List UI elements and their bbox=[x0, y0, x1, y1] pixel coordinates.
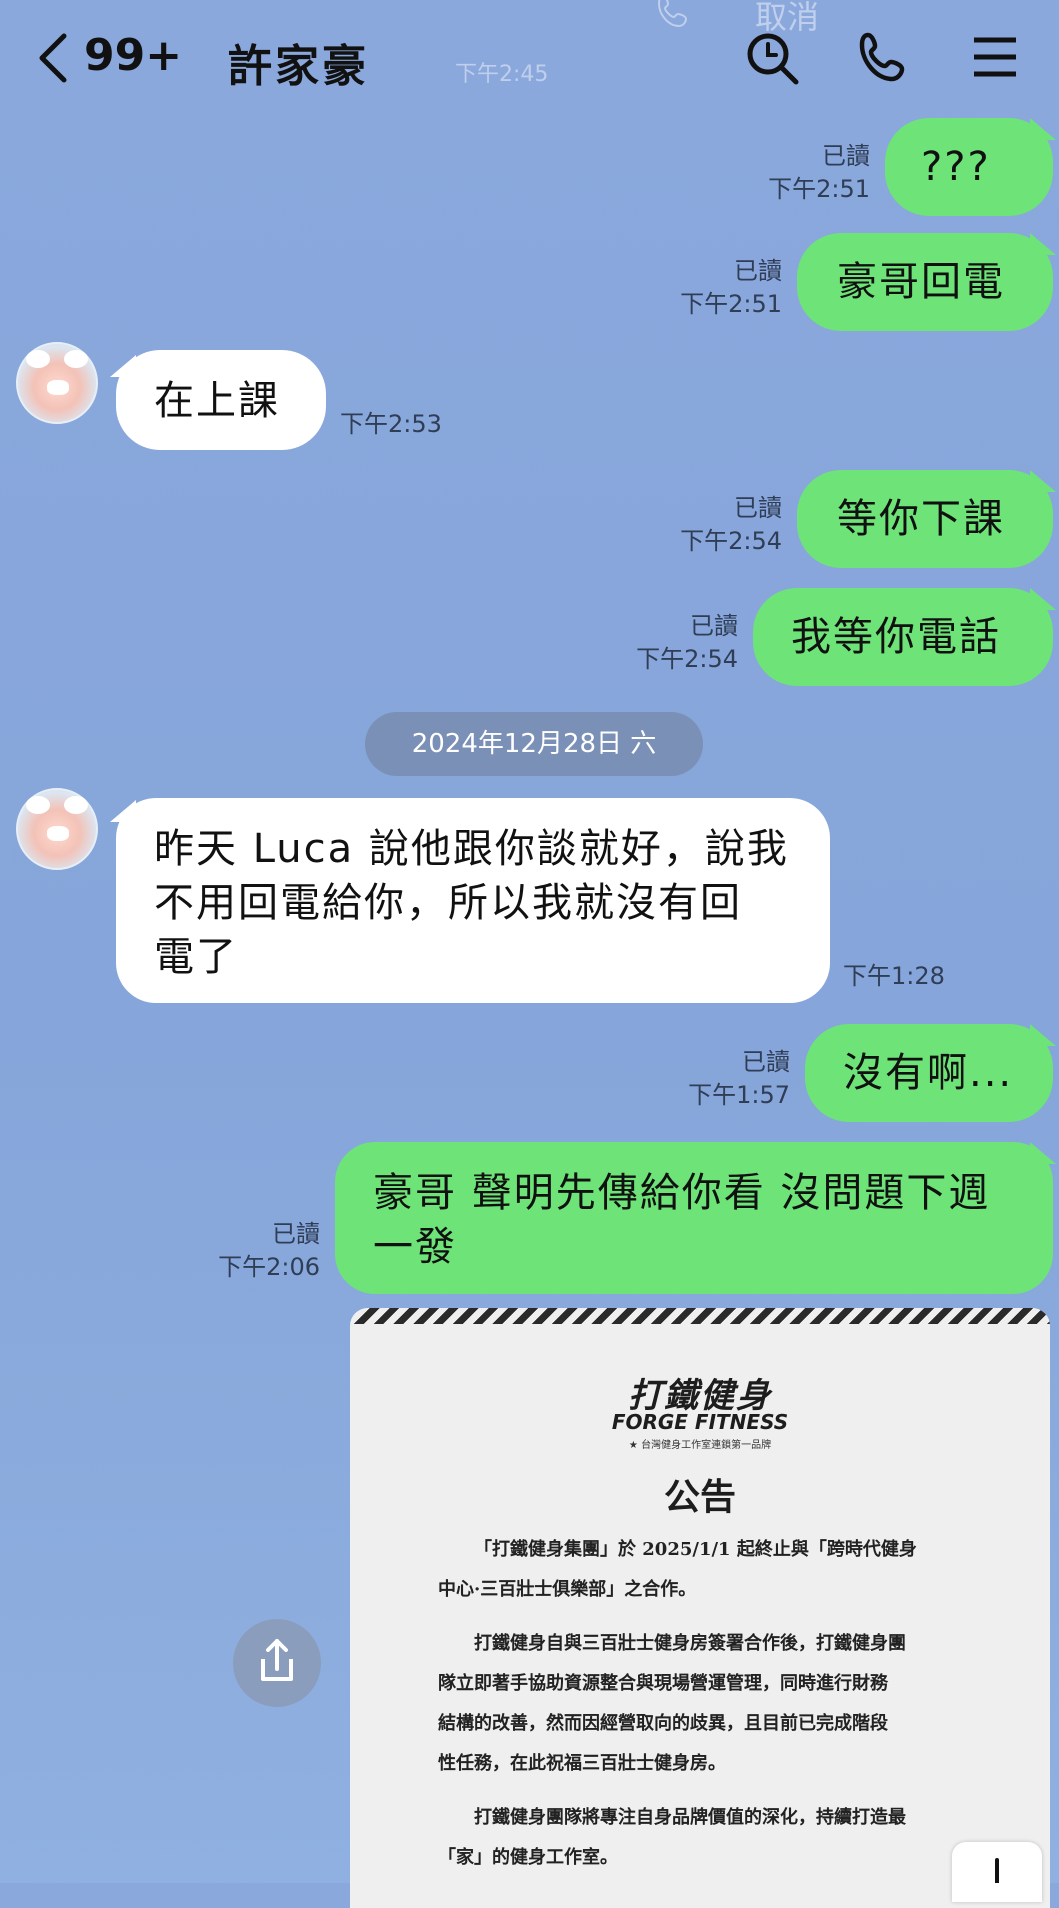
read-receipt: 已讀 bbox=[734, 494, 782, 522]
announcement-image[interactable]: 打鐵健身 FORGE FITNESS ★ 台灣健身工作室連鎖第一品牌 公告 「打… bbox=[350, 1308, 1050, 1908]
notice-paragraph: 打鐵健身團隊將專注自身品牌價值的深化，持續打造最 「家」的健身工作室。 bbox=[438, 1807, 906, 1868]
message-meta: 已讀 下午2:54 bbox=[598, 610, 738, 676]
hazard-stripe bbox=[350, 1308, 1050, 1324]
message-line: 電了 bbox=[154, 934, 238, 980]
read-receipt: 已讀 bbox=[272, 1220, 320, 1248]
back-button[interactable] bbox=[34, 32, 70, 88]
message-bubble-incoming[interactable]: 昨天 Luca 說他跟你談就好，說我 不用回電給你，所以我就沒有回 電了 bbox=[116, 798, 830, 1003]
phone-icon bbox=[859, 32, 905, 82]
share-icon bbox=[261, 1639, 293, 1681]
message-text: 在上課 bbox=[154, 378, 280, 424]
message-meta: 已讀 下午2:51 bbox=[650, 255, 782, 321]
message-time: 下午2:51 bbox=[768, 175, 870, 203]
message-bubble-outgoing[interactable]: 沒有啊... bbox=[805, 1024, 1053, 1122]
message-bubble-incoming[interactable]: 在上課 bbox=[116, 350, 326, 450]
message-time: 下午2:54 bbox=[680, 527, 782, 555]
brand-tagline: ★ 台灣健身工作室連鎖第一品牌 bbox=[628, 1440, 772, 1451]
message-time: 下午2:06 bbox=[218, 1253, 320, 1281]
menu-button[interactable] bbox=[972, 34, 1018, 84]
unread-count[interactable]: 99+ bbox=[84, 30, 182, 81]
read-receipt: 已讀 bbox=[822, 142, 870, 170]
message-meta: 已讀 下午1:57 bbox=[660, 1046, 790, 1112]
search-button[interactable] bbox=[744, 30, 800, 90]
read-receipt: 已讀 bbox=[734, 257, 782, 285]
back-chevron-icon bbox=[39, 33, 67, 83]
message-time: 下午2:53 bbox=[340, 410, 442, 438]
message-time: 下午2:51 bbox=[680, 290, 782, 318]
notice-title: 公告 bbox=[663, 1477, 736, 1518]
notice-paragraph: 打鐵健身自與三百壯士健身房簽署合作後，打鐵健身團 隊立即著手協助資源整合與現場營… bbox=[438, 1633, 906, 1774]
message-meta: 已讀 下午2:51 bbox=[740, 140, 870, 206]
message-bubble-outgoing[interactable]: 我等你電話 bbox=[753, 588, 1053, 686]
message-text: 我等你電話 bbox=[791, 614, 1001, 660]
message-meta: 已讀 下午2:54 bbox=[640, 492, 782, 558]
message-meta: 已讀 下午2:06 bbox=[190, 1218, 320, 1284]
date-separator: 2024年12月28日 六 bbox=[365, 712, 703, 776]
call-button[interactable] bbox=[856, 30, 912, 90]
message-bubble-outgoing[interactable]: 等你下課 bbox=[797, 470, 1053, 568]
message-text: 等你下課 bbox=[837, 496, 1005, 542]
scroll-down-button[interactable] bbox=[952, 1842, 1042, 1902]
search-icon bbox=[747, 33, 799, 85]
message-bubble-outgoing[interactable]: 豪哥 聲明先傳給你看 沒問題下週 一發 bbox=[335, 1142, 1053, 1294]
menu-icon bbox=[974, 37, 1016, 77]
brand-logo-en: FORGE FITNESS bbox=[611, 1410, 789, 1434]
message-text: 沒有啊... bbox=[843, 1050, 1014, 1096]
contact-name[interactable]: 許家豪 bbox=[228, 30, 369, 94]
contact-avatar[interactable] bbox=[16, 342, 98, 424]
message-line: 不用回電給你，所以我就沒有回 bbox=[154, 880, 742, 926]
message-text: 豪哥回電 bbox=[837, 259, 1005, 305]
message-time: 下午1:57 bbox=[688, 1081, 790, 1109]
message-line: 一發 bbox=[373, 1224, 457, 1270]
overlay-time-label: 下午2:45 bbox=[455, 62, 549, 87]
share-button[interactable] bbox=[233, 1619, 321, 1707]
contact-avatar[interactable] bbox=[16, 788, 98, 870]
notice-paragraph: 「打鐵健身集團」於 2025/1/1 起終止與「跨時代健身 中心·三百壯士俱樂部… bbox=[438, 1539, 917, 1600]
message-time: 下午2:54 bbox=[636, 645, 738, 673]
message-text: ??? bbox=[921, 144, 991, 190]
message-bubble-outgoing[interactable]: 豪哥回電 bbox=[797, 233, 1053, 331]
message-line: 豪哥 聲明先傳給你看 沒問題下週 bbox=[373, 1170, 991, 1216]
message-bubble-outgoing[interactable]: ??? bbox=[885, 118, 1053, 216]
overlay-phone-icon bbox=[655, 0, 695, 36]
message-time: 下午1:28 bbox=[843, 962, 945, 990]
scroll-down-icon bbox=[995, 1858, 999, 1885]
chat-header: 取消 下午2:45 99+ 許家豪 bbox=[0, 0, 1059, 118]
read-receipt: 已讀 bbox=[690, 612, 738, 640]
read-receipt: 已讀 bbox=[742, 1048, 790, 1076]
message-line: 昨天 Luca 說他跟你談就好，說我 bbox=[154, 826, 789, 872]
